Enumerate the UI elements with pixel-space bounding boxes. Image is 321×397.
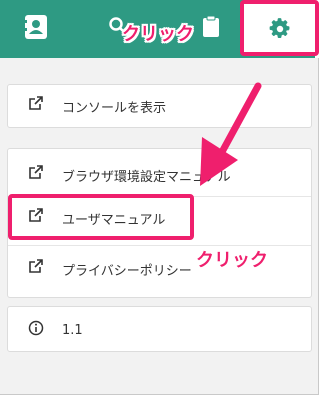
annotation-arrow bbox=[200, 82, 262, 186]
click-callout-bottom: クリック bbox=[196, 250, 268, 271]
